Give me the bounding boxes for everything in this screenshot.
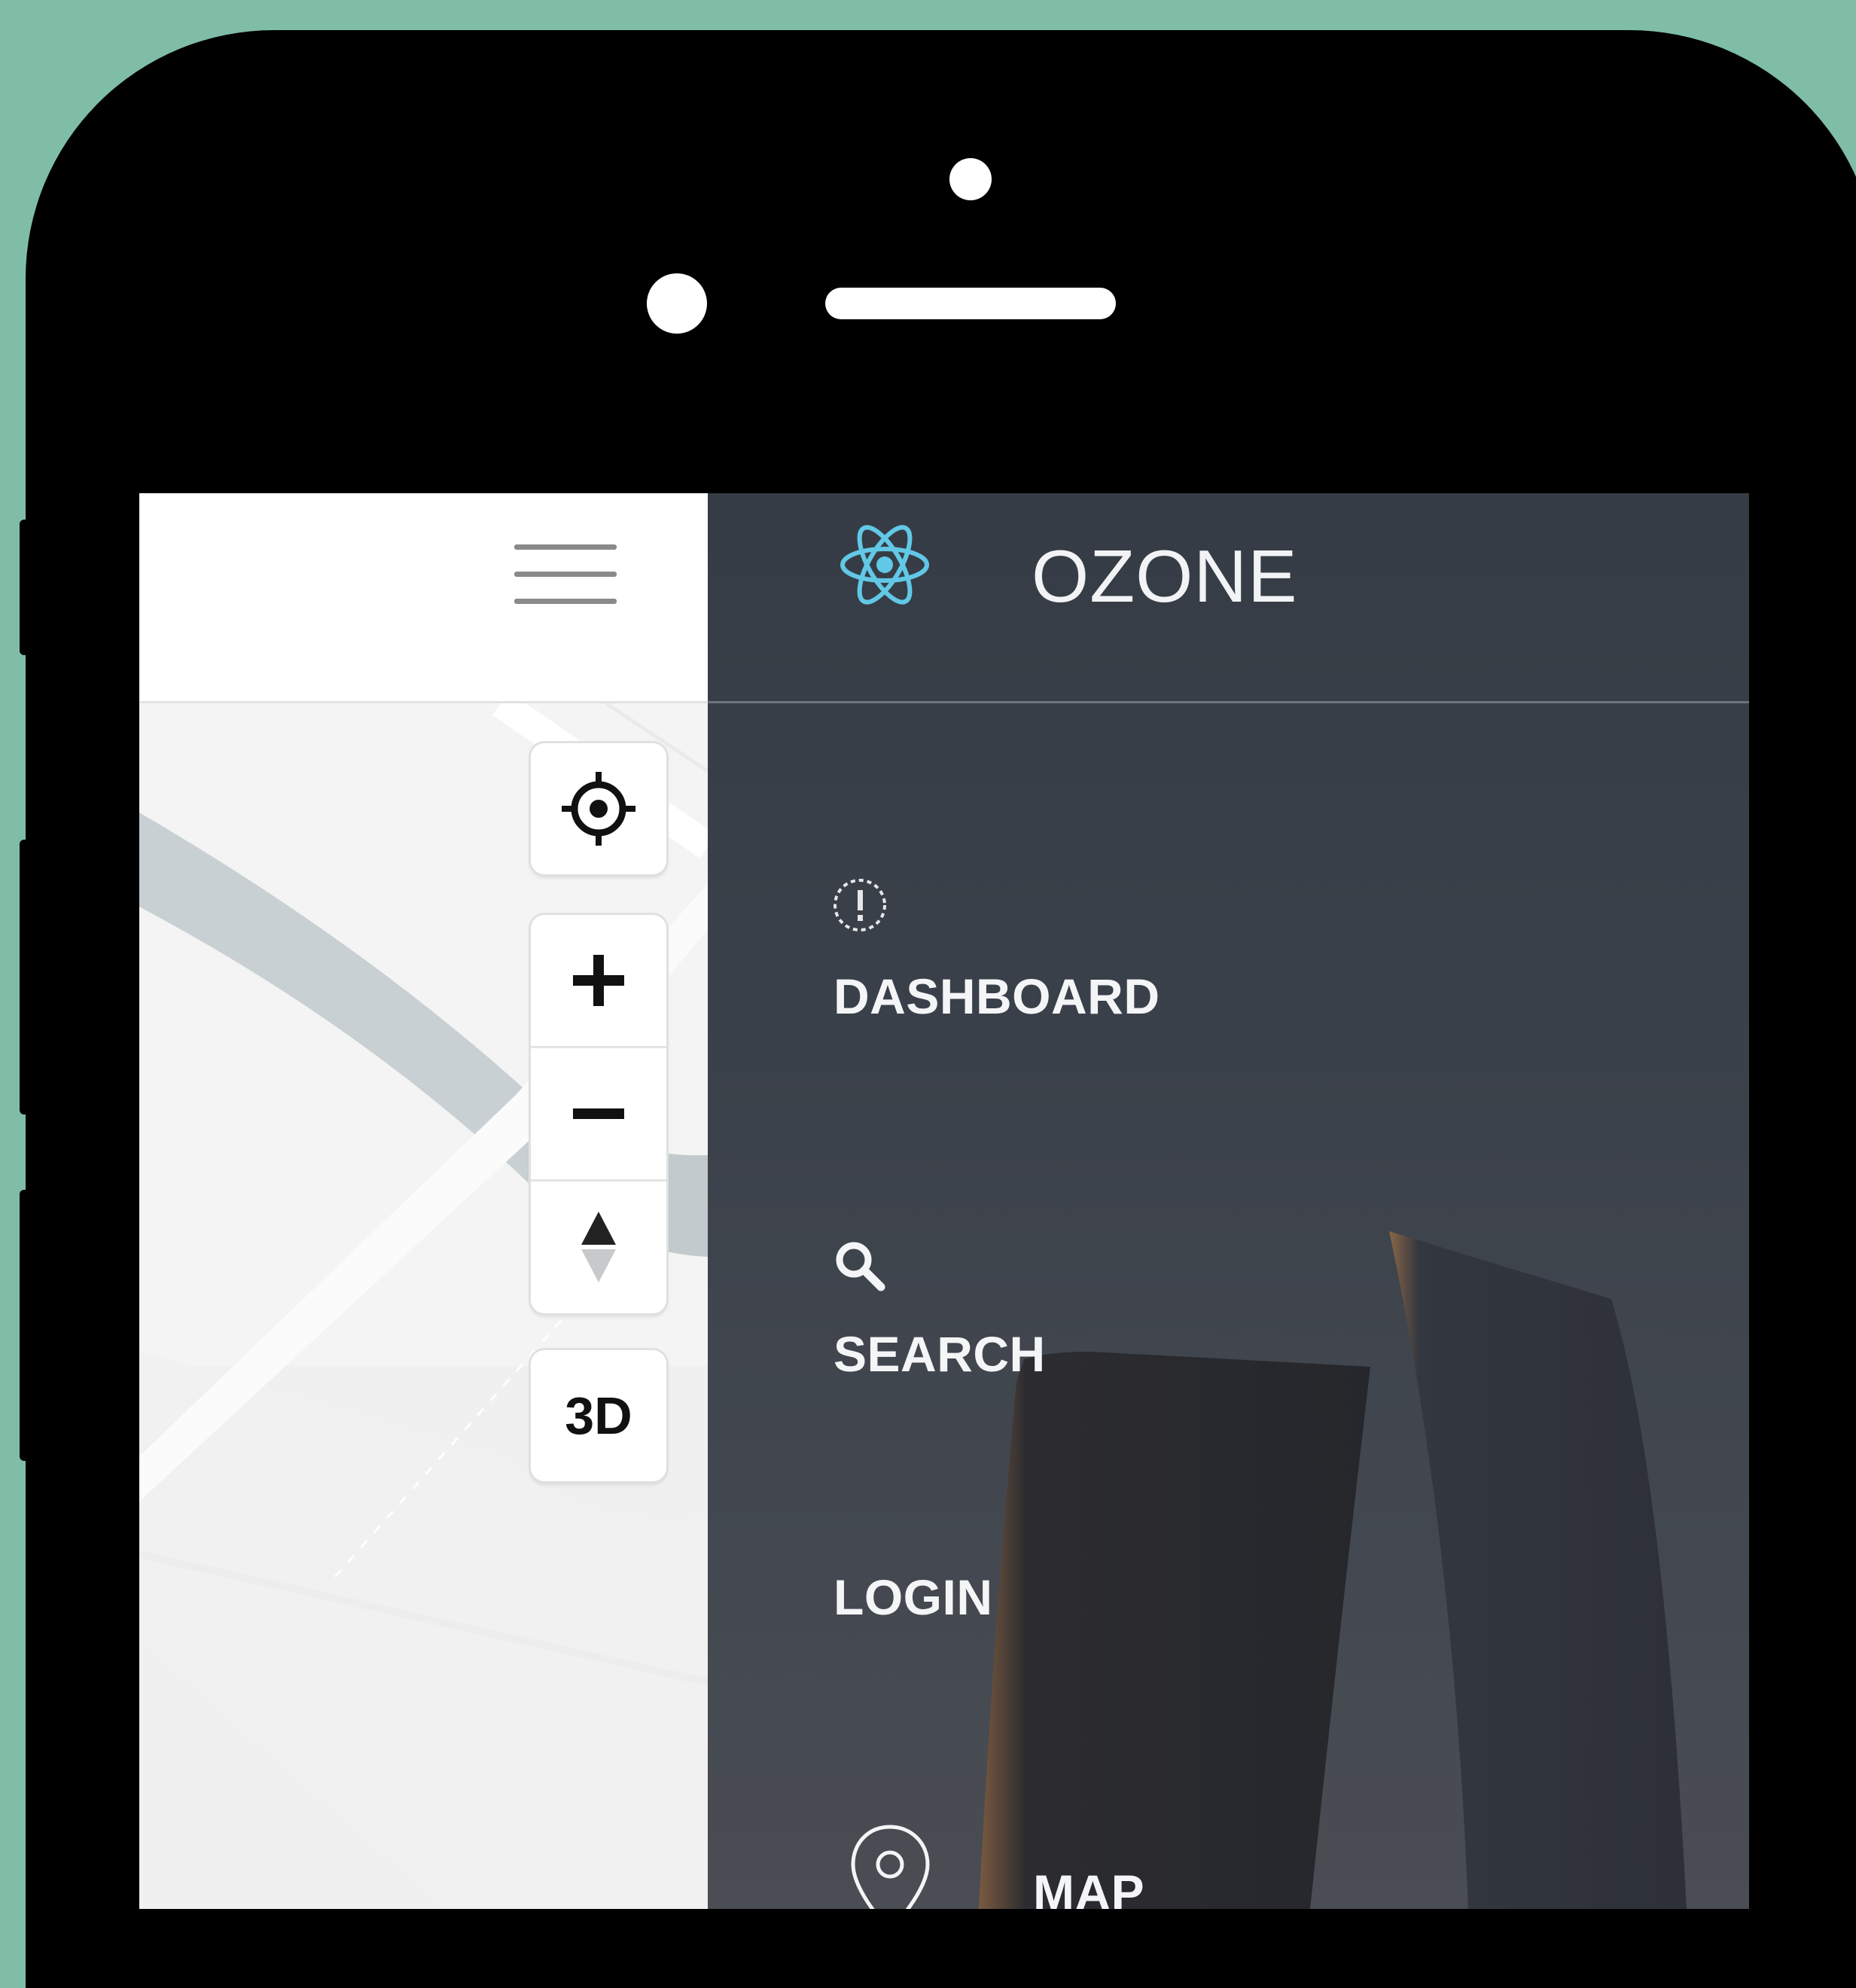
menu-item-map[interactable]: MAP <box>708 1792 1310 1909</box>
earpiece-speaker <box>825 288 1116 319</box>
front-camera <box>647 273 707 334</box>
menu-item-dashboard[interactable]: DASHBOARD <box>708 877 1235 1024</box>
navigation-drawer: OZONE DASHBOARD SEARCH LOGIN MAP <box>708 493 1749 1909</box>
plus-icon <box>573 955 624 1006</box>
toggle-3d-button[interactable]: 3D <box>531 1350 666 1481</box>
toggle-3d-label: 3D <box>565 1386 632 1445</box>
menu-item-label: DASHBOARD <box>834 968 1160 1024</box>
compass-button[interactable] <box>531 1179 666 1313</box>
react-atom-icon <box>840 525 929 605</box>
map-pane: 3D <box>139 493 708 1909</box>
menu-item-login[interactable]: LOGIN <box>708 1563 1235 1645</box>
app-title: OZONE <box>1032 535 1298 617</box>
crosshair-icon <box>562 772 635 846</box>
hamburger-menu-icon[interactable] <box>512 538 621 614</box>
proximity-sensor <box>949 158 992 200</box>
drawer-background-art <box>979 1231 1687 1909</box>
compass-arrows-icon <box>581 1212 616 1282</box>
menu-item-label: MAP <box>1033 1865 1145 1909</box>
map-pin-icon <box>851 1825 930 1909</box>
minus-icon <box>573 1108 624 1119</box>
drawer-header: OZONE <box>708 493 1749 703</box>
zoom-in-button[interactable] <box>531 915 666 1046</box>
menu-item-label: LOGIN <box>834 1569 993 1625</box>
zoom-out-button[interactable] <box>531 1046 666 1179</box>
alert-circle-icon <box>834 879 886 931</box>
menu-item-search[interactable]: SEARCH <box>708 1239 1235 1382</box>
search-icon <box>836 1242 885 1291</box>
locate-button[interactable] <box>531 743 666 874</box>
map-top-bar <box>139 493 708 703</box>
menu-item-label: SEARCH <box>834 1326 1046 1382</box>
phone-screen: 3D OZONE DASHBOARD SEARCH LOGIN MAP <box>139 493 1749 1909</box>
zoom-controls <box>531 915 666 1313</box>
